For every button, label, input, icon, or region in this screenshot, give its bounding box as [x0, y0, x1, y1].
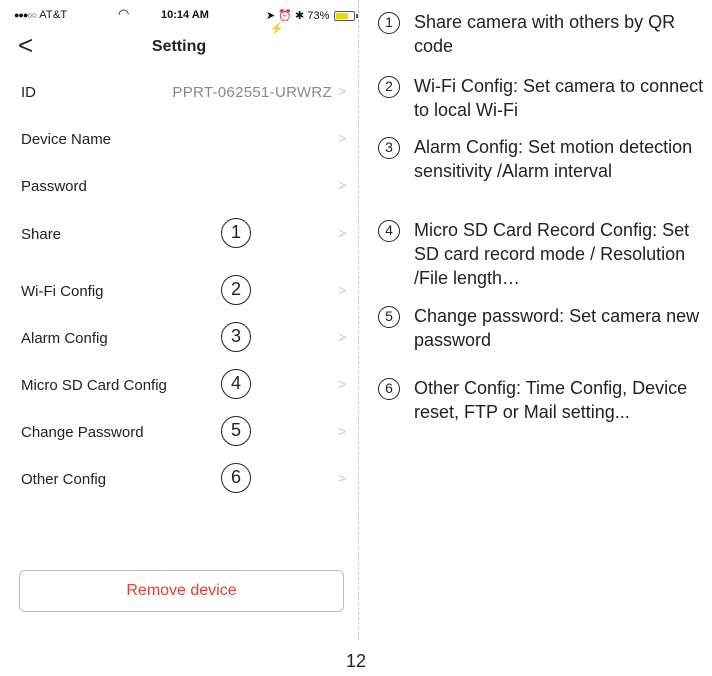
chevron-right-icon: >	[338, 225, 347, 241]
legend-number: 2	[378, 76, 400, 98]
status-bar: ●●●○○ AT&T ◠ 10:14 AM ➤ ⏰ ✱ 73% ⚡	[14, 6, 359, 35]
page-number: 12	[345, 651, 367, 671]
chevron-right-icon: >	[338, 130, 347, 146]
column-divider	[358, 0, 359, 640]
row-other-config[interactable]: Other Config 6 >	[0, 459, 358, 499]
chevron-right-icon: >	[338, 423, 347, 439]
row-label: Alarm Config	[21, 330, 108, 347]
wifi-icon: ◠	[118, 6, 130, 21]
status-time: 10:14 AM	[161, 9, 209, 21]
row-label: Change Password	[21, 424, 144, 441]
callout-number: 5	[221, 416, 251, 446]
battery-fill	[336, 13, 349, 19]
legend-item-change-password: 5 Change password: Set camera new passwo…	[378, 304, 712, 352]
row-wifi-config[interactable]: Wi-Fi Config 2 >	[0, 271, 358, 311]
row-change-password[interactable]: Change Password 5 >	[0, 412, 358, 452]
chevron-right-icon: >	[338, 83, 347, 99]
battery-percent: 73%	[307, 10, 330, 22]
row-label: Micro SD Card Config	[21, 377, 167, 394]
page-title: Setting	[151, 38, 207, 55]
chevron-right-icon: >	[338, 376, 347, 392]
legend-item-micro-sd-config: 4 Micro SD Card Record Config: Set SD ca…	[378, 218, 712, 290]
bluetooth-icon: ✱	[295, 10, 305, 22]
legend-item-wifi-config: 2 Wi-Fi Config: Set camera to connect to…	[378, 74, 712, 122]
phone-screenshot: ●●●○○ AT&T ◠ 10:14 AM ➤ ⏰ ✱ 73% ⚡ < Setti…	[0, 0, 359, 640]
battery-icon	[334, 11, 359, 21]
legend-item-share: 1 Share camera with others by QR code	[378, 10, 712, 58]
carrier-name: AT&T	[39, 9, 68, 21]
callout-number: 2	[221, 275, 251, 305]
nav-bar: < Setting	[0, 28, 358, 66]
legend-number: 5	[378, 306, 400, 328]
legend-text: Alarm Config: Set motion detection sensi…	[414, 137, 693, 181]
callout-number: 4	[221, 369, 251, 399]
chevron-right-icon: >	[338, 282, 347, 298]
remove-device-button[interactable]: Remove device	[19, 570, 344, 612]
row-label: Share	[21, 226, 62, 243]
legend-number: 4	[378, 220, 400, 242]
callout-number: 6	[221, 463, 251, 493]
row-label: Wi-Fi Config	[21, 283, 104, 300]
row-password[interactable]: Password >	[0, 166, 358, 206]
carrier: ●●●○○ AT&T	[14, 9, 67, 21]
alarm-icon: ⏰	[278, 10, 292, 22]
row-label: Password	[21, 178, 87, 195]
device-id-value: PPRT-062551-URWRZ	[172, 84, 332, 101]
legend-text: Share camera with others by QR code	[414, 12, 676, 56]
row-id[interactable]: ID PPRT-062551-URWRZ >	[0, 72, 358, 112]
legend-text: Other Config: Time Config, Device reset,…	[414, 378, 688, 422]
row-label: Device Name	[21, 131, 112, 148]
legend-number: 6	[378, 378, 400, 400]
legend-item-other-config: 6 Other Config: Time Config, Device rese…	[378, 376, 712, 424]
row-micro-sd-card-config[interactable]: Micro SD Card Config 4 >	[0, 365, 358, 405]
legend-text: Micro SD Card Record Config: Set SD card…	[414, 220, 690, 288]
legend-number: 3	[378, 137, 400, 159]
callout-number: 3	[221, 322, 251, 352]
location-icon: ➤	[266, 10, 276, 22]
legend-item-alarm-config: 3 Alarm Config: Set motion detection sen…	[378, 135, 712, 183]
signal-strength-icon: ●●●○○	[14, 10, 37, 20]
chevron-right-icon: >	[338, 470, 347, 486]
legend-text: Change password: Set camera new password	[414, 306, 700, 350]
row-label: Other Config	[21, 471, 107, 488]
row-device-name[interactable]: Device Name >	[0, 119, 358, 159]
legend-number: 1	[378, 12, 400, 34]
row-label: ID	[21, 84, 36, 101]
chevron-right-icon: >	[338, 177, 347, 193]
callout-number: 1	[221, 218, 251, 248]
legend-text: Wi-Fi Config: Set camera to connect to l…	[414, 76, 704, 120]
chevron-right-icon: >	[338, 329, 347, 345]
row-share[interactable]: Share 1 >	[0, 214, 358, 254]
row-alarm-config[interactable]: Alarm Config 3 >	[0, 318, 358, 358]
